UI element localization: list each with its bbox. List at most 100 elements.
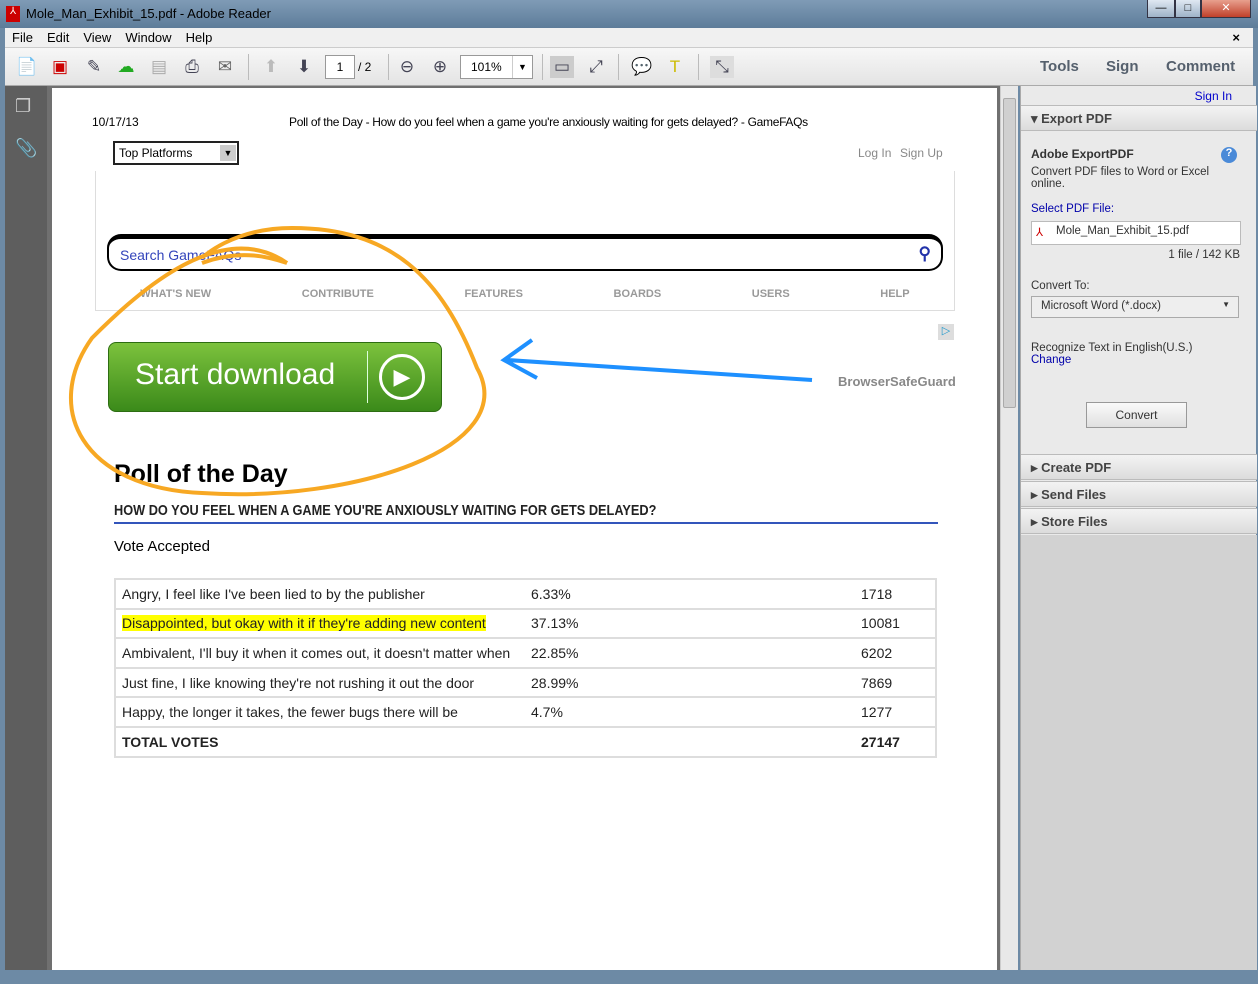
menu-edit[interactable]: Edit [40, 28, 76, 47]
convert-button[interactable]: Convert [1086, 402, 1187, 428]
percent-cell: 6.33% [525, 579, 855, 610]
total-row: TOTAL VOTES 27147 [115, 726, 936, 758]
recognize-text: Recognize Text in English(U.S.) [1031, 342, 1193, 354]
previous-page-icon[interactable]: ⬆ [259, 56, 283, 78]
votes-cell: 6202 [855, 638, 936, 669]
vote-status: Vote Accepted [114, 538, 210, 555]
answer-cell: Angry, I feel like I've been lied to by … [115, 579, 525, 610]
answer-text: Disappointed, but okay with it if they'r… [122, 615, 486, 632]
signup-link[interactable]: Sign Up [900, 146, 943, 160]
full-screen-icon[interactable]: ⤡ [710, 56, 734, 78]
close-document-icon[interactable]: × [1225, 28, 1247, 47]
fit-width-icon[interactable]: ▭ [550, 56, 574, 78]
platforms-select-value: Top Platforms [119, 146, 193, 160]
export-description: Convert PDF files to Word or Excel onlin… [1031, 166, 1210, 190]
answer-text: Just fine, I like knowing they're not ru… [122, 674, 475, 691]
export-title: Adobe ExportPDF [1031, 147, 1134, 161]
answer-text: Angry, I feel like I've been lied to by … [122, 585, 425, 602]
zoom-out-icon[interactable]: ⊖ [395, 56, 419, 78]
email-icon[interactable]: ✉ [213, 56, 237, 78]
print-header-title: Poll of the Day - How do you feel when a… [289, 115, 808, 129]
save-icon[interactable]: ▤ [147, 56, 171, 78]
votes-cell: 7869 [855, 667, 936, 699]
answer-text: Ambivalent, I'll buy it when it comes ou… [122, 644, 511, 661]
minimize-button[interactable]: — [1147, 0, 1175, 18]
page-number-input[interactable]: 1 [325, 55, 355, 79]
highlight-text-icon[interactable]: T [663, 56, 687, 78]
annotation-circle [68, 225, 487, 497]
print-icon[interactable]: ⎙ [180, 56, 204, 78]
fit-page-icon[interactable]: ⤢ [584, 56, 608, 78]
pages-icon[interactable]: ❐ [15, 96, 31, 117]
chevron-down-icon: ▼ [1222, 300, 1230, 309]
total-label: TOTAL VOTES [115, 726, 525, 758]
chevron-down-icon: ▼ [220, 145, 236, 161]
store-files-section[interactable]: ▸ Store Files [1021, 508, 1257, 534]
page-total: / 2 [358, 60, 372, 74]
menu-view[interactable]: View [76, 28, 118, 47]
pdf-app-icon: ⅄ [6, 6, 20, 22]
print-date: 10/17/13 [92, 115, 139, 129]
send-files-section[interactable]: ▸ Send Files [1021, 481, 1257, 507]
create-icon[interactable]: 📄 [15, 56, 39, 78]
scrollbar-thumb[interactable] [1003, 98, 1016, 408]
menu-window[interactable]: Window [118, 28, 178, 47]
format-value: Microsoft Word (*.docx) [1041, 300, 1161, 312]
selected-file[interactable]: ⅄ Mole_Man_Exhibit_15.pdf [1031, 221, 1241, 245]
menu-help[interactable]: Help [179, 28, 220, 47]
sign-tab[interactable]: Sign [1106, 58, 1139, 75]
comment-icon[interactable]: 💬 [630, 56, 654, 78]
send-files-label: Send Files [1041, 487, 1107, 502]
next-page-icon[interactable]: ⬇ [292, 56, 316, 78]
table-row: Angry, I feel like I've been lied to by … [115, 579, 936, 610]
triangle-down-icon: ▾ [1031, 111, 1042, 126]
zoom-select[interactable]: 101% ▼ [460, 55, 533, 79]
triangle-right-icon: ▸ [1031, 514, 1042, 529]
close-button[interactable]: ✕ [1201, 0, 1251, 18]
votes-cell: 1718 [855, 579, 936, 610]
change-link[interactable]: Change [1031, 354, 1071, 366]
store-files-label: Store Files [1041, 514, 1108, 529]
table-row: Happy, the longer it takes, the fewer bu… [115, 697, 936, 728]
chevron-down-icon: ▼ [512, 56, 532, 78]
pdf-page: 10/17/13 Poll of the Day - How do you fe… [52, 88, 997, 970]
answer-cell: Just fine, I like knowing they're not ru… [115, 667, 525, 699]
table-row: Ambivalent, I'll buy it when it comes ou… [115, 638, 936, 669]
triangle-right-icon: ▸ [1031, 460, 1042, 475]
maximize-button[interactable]: □ [1175, 0, 1201, 18]
help-icon[interactable]: ? [1221, 147, 1237, 163]
file-name: Mole_Man_Exhibit_15.pdf [1056, 225, 1189, 237]
title-bar: ⅄ Mole_Man_Exhibit_15.pdf - Adobe Reader… [0, 0, 1258, 28]
table-row: Disappointed, but okay with it if they'r… [115, 608, 936, 640]
annotation-layer [68, 225, 813, 497]
upload-cloud-icon[interactable]: ☁ [114, 56, 138, 78]
sign-in-link[interactable]: Sign In [1195, 89, 1232, 103]
login-link[interactable]: Log In [858, 146, 891, 160]
votes-cell: 10081 [855, 608, 936, 640]
format-select[interactable]: Microsoft Word (*.docx) ▼ [1031, 296, 1239, 318]
toolbar: 📄 ▣ ✎ ☁ ▤ ⎙ ✉ ⬆ ⬇ 1 / 2 ⊖ ⊕ 101% ▼ ▭ ⤢ 💬 … [5, 48, 1253, 86]
pdf-file-icon: ⅄ [1036, 227, 1044, 239]
export-pdf-section-header[interactable]: ▾ Export PDF [1021, 105, 1257, 131]
zoom-in-icon[interactable]: ⊕ [428, 56, 452, 78]
export-pdf-label: Export PDF [1041, 111, 1112, 126]
triangle-right-icon: ▸ [1031, 487, 1042, 502]
create-pdf-section[interactable]: ▸ Create PDF [1021, 454, 1257, 480]
tools-tab[interactable]: Tools [1040, 58, 1079, 75]
attachments-icon[interactable]: 📎 [15, 138, 37, 159]
platforms-select[interactable]: Top Platforms ▼ [113, 141, 239, 165]
table-row: Just fine, I like knowing they're not ru… [115, 667, 936, 699]
create-pdf-label: Create PDF [1041, 460, 1112, 475]
window-title: Mole_Man_Exhibit_15.pdf - Adobe Reader [26, 6, 271, 21]
tools-pane: Sign In ▾ Export PDF Adobe ExportPDF ? C… [1020, 86, 1257, 970]
menu-bar: File Edit View Window Help × [5, 28, 1253, 48]
vertical-scrollbar[interactable] [1000, 86, 1018, 970]
create-pdf-icon[interactable]: ▣ [48, 56, 72, 78]
answer-text: Happy, the longer it takes, the fewer bu… [122, 704, 458, 721]
navigation-pane: ❐ 📎 [5, 86, 47, 970]
file-info: 1 file / 142 KB [1168, 249, 1240, 261]
comment-tab[interactable]: Comment [1166, 58, 1235, 75]
answer-cell: Happy, the longer it takes, the fewer bu… [115, 697, 525, 728]
menu-file[interactable]: File [5, 28, 40, 47]
edit-icon[interactable]: ✎ [82, 56, 106, 78]
